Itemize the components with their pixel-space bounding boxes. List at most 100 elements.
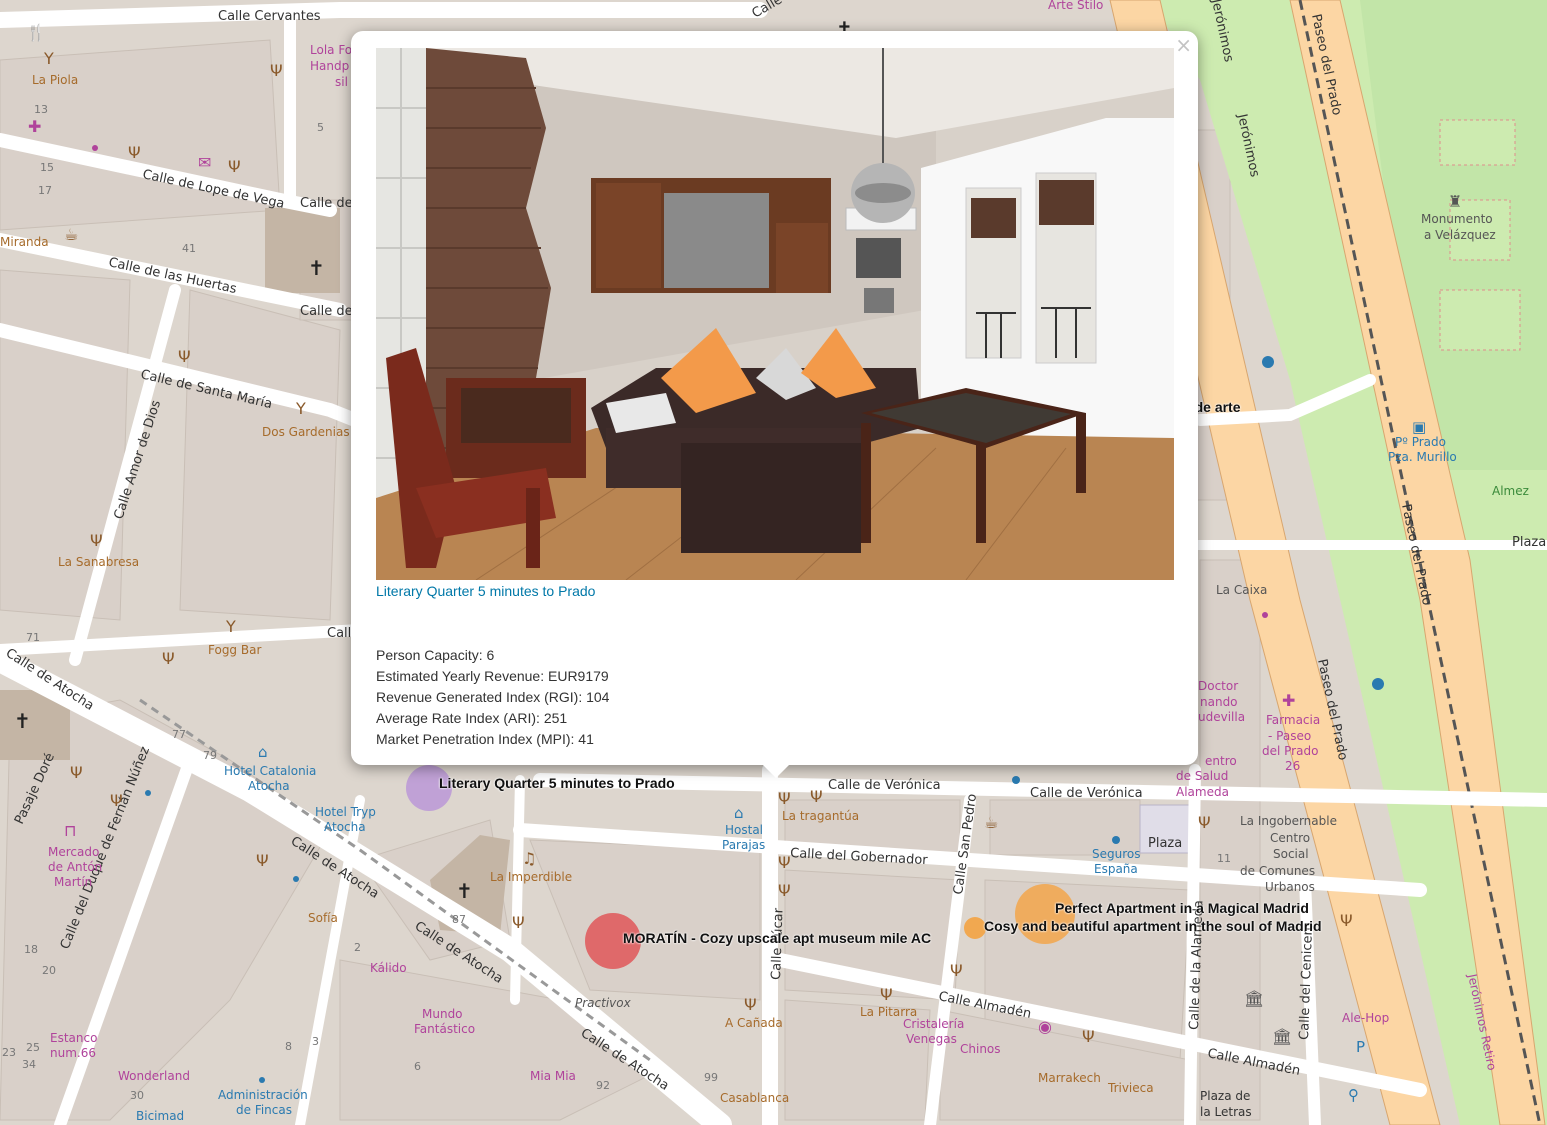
close-icon[interactable]: × xyxy=(1175,35,1192,55)
poi-label: la Letras xyxy=(1200,1105,1252,1119)
poi-label: Urbanos xyxy=(1265,880,1315,894)
address-number: 30 xyxy=(130,1089,144,1102)
street-label: Calle de xyxy=(300,196,353,211)
poi-label: nando xyxy=(1200,695,1238,709)
poi-label: Miranda xyxy=(0,235,49,249)
poi-label: Sofía xyxy=(308,911,338,925)
listing-stats: Person Capacity: 6 Estimated Yearly Reve… xyxy=(376,645,609,750)
poi-label: Hotel Catalonia xyxy=(224,764,316,778)
poi-label: Arte Stilo xyxy=(1048,0,1103,12)
poi-label: La Caixa xyxy=(1216,583,1267,597)
point-icon xyxy=(259,1077,265,1083)
point-icon xyxy=(1112,836,1120,844)
poi-label: España xyxy=(1094,862,1138,876)
poi-label: udevilla xyxy=(1198,710,1245,724)
restaurant-icon: Ψ xyxy=(744,995,757,1014)
address-number: 99 xyxy=(704,1071,718,1084)
poi-label: La Imperdible xyxy=(490,870,572,884)
address-number: 87 xyxy=(452,913,466,926)
address-number: 3 xyxy=(312,1035,319,1048)
restaurant-icon: Ψ xyxy=(128,143,141,162)
listing-photo xyxy=(376,48,1174,580)
restaurant-icon: Ψ xyxy=(110,791,123,810)
fountain-icon xyxy=(1372,678,1384,690)
address-number: 8 xyxy=(285,1040,292,1053)
church-icon: ✝ xyxy=(308,256,325,280)
poi-label: Dos Gardenias xyxy=(262,425,350,439)
poi-label: Pº Prado xyxy=(1395,435,1446,449)
poi-label: Plaza de xyxy=(1200,1089,1250,1103)
poi-label: a Velázquez xyxy=(1424,228,1496,242)
restaurant-icon: Ψ xyxy=(70,763,83,782)
poi-label: Ale-Hop xyxy=(1342,1011,1389,1025)
poi-label: Farmacia xyxy=(1266,713,1320,727)
poi-label: Fogg Bar xyxy=(208,643,261,657)
address-number: 92 xyxy=(596,1079,610,1092)
poi-label: del Prado xyxy=(1262,744,1318,758)
restaurant-icon: Ψ xyxy=(1340,911,1353,930)
ari-value: Average Rate Index (ARI): 251 xyxy=(376,710,568,726)
poi-label: Martín xyxy=(54,875,92,889)
bike-icon: P xyxy=(1356,1038,1365,1056)
poi-label: Mundo xyxy=(422,1007,463,1021)
address-number: 18 xyxy=(24,943,38,956)
listing-marker-label: MORATÍN - Cozy upscale apt museum mile A… xyxy=(623,930,932,946)
street-label: Calle de xyxy=(300,304,353,319)
cafe-icon: ☕ xyxy=(64,225,78,244)
address-number: 34 xyxy=(22,1058,36,1071)
restaurant-icon: Ψ xyxy=(162,649,175,668)
church-icon: ✝ xyxy=(456,879,473,903)
listing-marker[interactable] xyxy=(964,917,986,939)
poi-label: Social xyxy=(1273,847,1309,861)
point-icon xyxy=(92,145,98,151)
street-label: Calle Cervantes xyxy=(218,9,321,24)
poi-label: Mia Mia xyxy=(530,1069,576,1083)
poi-label: Centro xyxy=(1270,831,1310,845)
listing-marker-label: Perfect Apartment in a Magical Madrid xyxy=(1055,900,1309,916)
poi-label: Hotel Tryp xyxy=(315,805,376,819)
street-label: Calle de Verónica xyxy=(828,778,941,793)
estimated-revenue: Estimated Yearly Revenue: EUR9179 xyxy=(376,668,609,684)
hotel-icon: ⌂ xyxy=(734,804,744,822)
restaurant-icon: Ψ xyxy=(778,881,791,900)
listing-link[interactable]: Literary Quarter 5 minutes to Prado xyxy=(376,583,595,599)
fountain-icon xyxy=(1262,356,1274,368)
pharmacy-icon: ✚ xyxy=(28,117,41,136)
restaurant-icon: Ψ xyxy=(90,531,103,550)
poi-label: Plaza xyxy=(1148,836,1182,851)
poi-label: La Piola xyxy=(32,73,78,87)
poi-label: Seguros xyxy=(1092,847,1141,861)
poi-label: Chinos xyxy=(960,1042,1001,1056)
address-number: 15 xyxy=(40,161,54,174)
poi-label: Venegas xyxy=(906,1032,957,1046)
listing-marker-label: Literary Quarter 5 minutes to Prado xyxy=(439,775,675,791)
bike-icon: ⚲ xyxy=(1348,1086,1359,1104)
restaurant-icon: Ψ xyxy=(512,913,525,932)
bar-icon: Y xyxy=(43,49,54,68)
poi-label: Kálido xyxy=(370,961,407,975)
poi-label: Mercado xyxy=(48,845,99,859)
restaurant-icon: Ψ xyxy=(778,853,791,872)
hotel-icon: ⌂ xyxy=(258,743,268,761)
mpi-value: Market Penetration Index (MPI): 41 xyxy=(376,731,594,747)
poi-label: de Comunes xyxy=(1240,864,1315,878)
address-number: 71 xyxy=(26,631,40,644)
restaurant-icon: Ψ xyxy=(256,851,269,870)
poi-label: de Antón xyxy=(48,860,102,874)
address-number: 5 xyxy=(317,121,324,134)
poi-label: Monumento xyxy=(1421,212,1493,226)
poi-label: Fantástico xyxy=(414,1022,475,1036)
poi-label: Cristalería xyxy=(903,1017,964,1031)
poi-label: - Paseo xyxy=(1268,729,1311,743)
church-icon: ✝ xyxy=(14,709,31,733)
address-number: 41 xyxy=(182,242,196,255)
poi-label: Atocha xyxy=(324,820,366,834)
bar-icon: Y xyxy=(225,617,236,636)
listing-marker-label: Cosy and beautiful apartment in the soul… xyxy=(984,918,1322,934)
restaurant-icon: Ψ xyxy=(880,985,893,1004)
poi-label: Wonderland xyxy=(118,1069,190,1083)
restaurant-icon: Ψ xyxy=(178,347,191,366)
poi-label: Bicimad xyxy=(136,1109,184,1123)
cafe-icon: ☕ xyxy=(984,813,998,832)
address-number: 17 xyxy=(38,184,52,197)
